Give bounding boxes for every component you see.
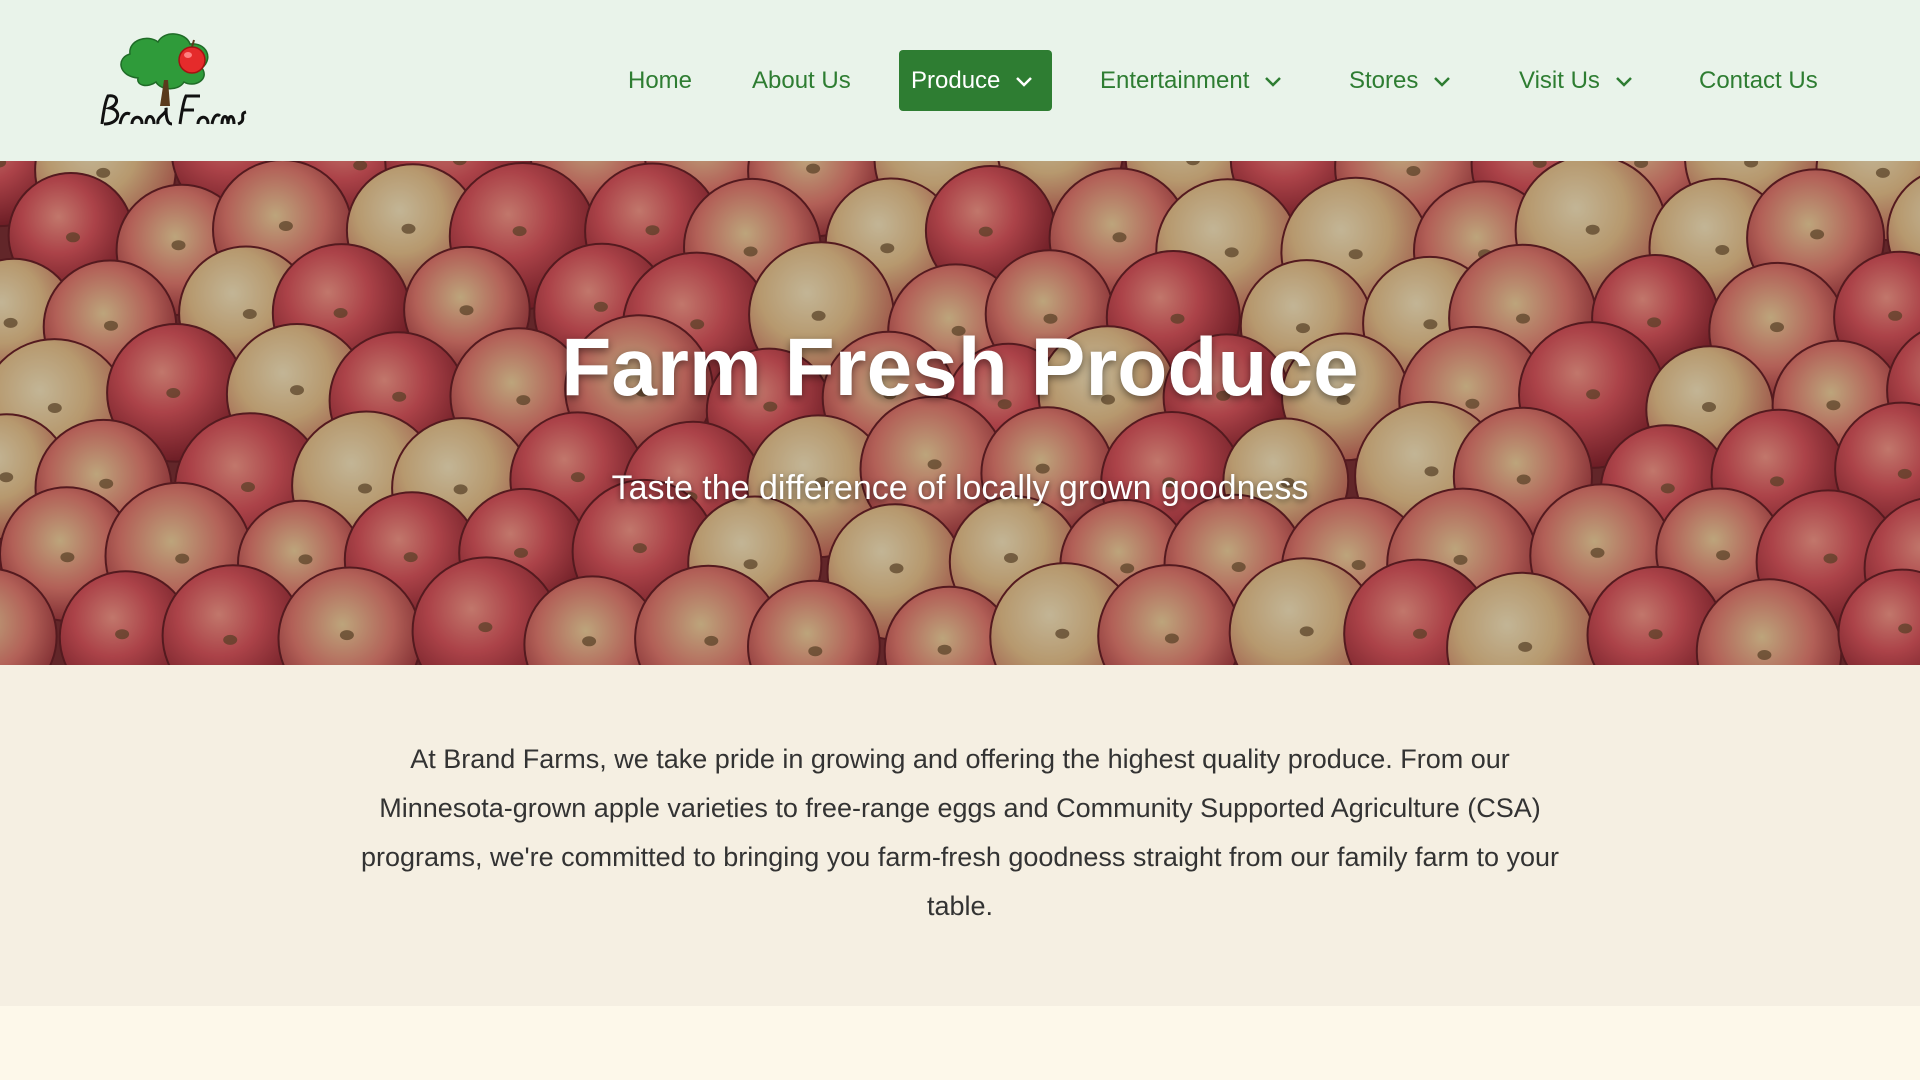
nav-about-us-label: About Us: [752, 67, 851, 94]
nav-visit-us-label: Visit Us: [1519, 67, 1600, 94]
intro-paragraph: At Brand Farms, we take pride in growing…: [360, 744, 1560, 921]
nav-stores[interactable]: Stores: [1349, 50, 1452, 111]
chevron-down-icon: [1265, 76, 1282, 87]
nav-contact-us[interactable]: Contact Us: [1699, 50, 1818, 111]
nav-entertainment[interactable]: Entertainment: [1100, 50, 1283, 111]
nav-home[interactable]: Home: [628, 50, 692, 111]
chevron-down-icon: [1616, 76, 1632, 87]
nav-stores-label: Stores: [1349, 67, 1419, 94]
chevron-down-icon: [1434, 76, 1451, 87]
hero-title: Farm Fresh Produce: [561, 322, 1359, 413]
intro-section: At Brand Farms, we take pride in growing…: [0, 665, 1920, 1006]
nav-produce[interactable]: Produce: [899, 50, 1052, 111]
nav-produce-label: Produce: [911, 67, 1001, 94]
nav-visit-us[interactable]: Visit Us: [1519, 50, 1634, 111]
hero-banner: Farm Fresh Produce Taste the difference …: [0, 161, 1920, 665]
content-section-start: [0, 1006, 1920, 1080]
nav-entertainment-label: Entertainment: [1100, 67, 1250, 94]
nav-contact-us-label: Contact Us: [1699, 67, 1818, 94]
hero-subtitle: Taste the difference of locally grown go…: [611, 469, 1309, 507]
nav-about-us[interactable]: About Us: [752, 50, 851, 111]
main-nav: Home About Us Produce Entertainment Stor…: [0, 50, 1920, 111]
nav-home-label: Home: [628, 67, 693, 94]
site-header: Home About Us Produce Entertainment Stor…: [0, 0, 1920, 161]
chevron-down-icon: [1016, 76, 1033, 87]
